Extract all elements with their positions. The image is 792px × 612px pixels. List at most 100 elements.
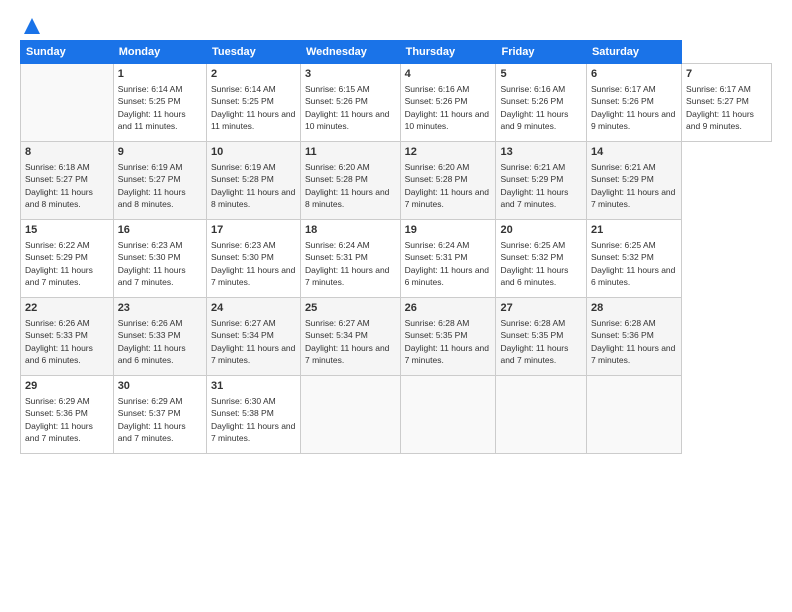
day-detail: Sunrise: 6:23 AMSunset: 5:30 PMDaylight:… xyxy=(118,240,186,287)
header xyxy=(20,16,772,32)
week-row-0: 1 Sunrise: 6:14 AMSunset: 5:25 PMDaylight… xyxy=(21,64,772,142)
day-number: 3 xyxy=(305,67,396,82)
day-detail: Sunrise: 6:26 AMSunset: 5:33 PMDaylight:… xyxy=(25,318,93,365)
day-number: 2 xyxy=(211,67,296,82)
day-cell-9: 9 Sunrise: 6:19 AMSunset: 5:27 PMDaylight… xyxy=(113,142,206,220)
day-number: 18 xyxy=(305,223,396,238)
empty-cell xyxy=(400,376,496,454)
day-number: 16 xyxy=(118,223,202,238)
day-detail: Sunrise: 6:27 AMSunset: 5:34 PMDaylight:… xyxy=(305,318,389,365)
calendar-table: SundayMondayTuesdayWednesdayThursdayFrid… xyxy=(20,40,772,454)
empty-cell xyxy=(21,64,114,142)
day-detail: Sunrise: 6:17 AMSunset: 5:26 PMDaylight:… xyxy=(591,84,675,131)
day-number: 9 xyxy=(118,145,202,160)
calendar-header-row: SundayMondayTuesdayWednesdayThursdayFrid… xyxy=(21,41,772,64)
day-detail: Sunrise: 6:20 AMSunset: 5:28 PMDaylight:… xyxy=(305,162,389,209)
day-detail: Sunrise: 6:16 AMSunset: 5:26 PMDaylight:… xyxy=(500,84,568,131)
day-detail: Sunrise: 6:26 AMSunset: 5:33 PMDaylight:… xyxy=(118,318,186,365)
day-cell-24: 24 Sunrise: 6:27 AMSunset: 5:34 PMDayligh… xyxy=(206,298,300,376)
week-row-4: 29 Sunrise: 6:29 AMSunset: 5:36 PMDayligh… xyxy=(21,376,772,454)
day-cell-15: 15Sunrise: 6:22 AMSunset: 5:29 PMDayligh… xyxy=(21,220,114,298)
day-cell-22: 22Sunrise: 6:26 AMSunset: 5:33 PMDayligh… xyxy=(21,298,114,376)
page: SundayMondayTuesdayWednesdayThursdayFrid… xyxy=(0,0,792,612)
day-number: 6 xyxy=(591,67,677,82)
day-cell-27: 27Sunrise: 6:28 AMSunset: 5:35 PMDayligh… xyxy=(496,298,587,376)
day-header-saturday: Saturday xyxy=(586,41,681,64)
logo xyxy=(20,16,42,32)
day-number: 8 xyxy=(25,145,109,160)
day-detail: Sunrise: 6:17 AMSunset: 5:27 PMDaylight:… xyxy=(686,84,754,131)
day-cell-10: 10Sunrise: 6:19 AMSunset: 5:28 PMDayligh… xyxy=(206,142,300,220)
day-header-friday: Friday xyxy=(496,41,587,64)
day-number: 30 xyxy=(118,379,202,394)
day-detail: Sunrise: 6:21 AMSunset: 5:29 PMDaylight:… xyxy=(591,162,675,209)
week-row-3: 22Sunrise: 6:26 AMSunset: 5:33 PMDayligh… xyxy=(21,298,772,376)
day-cell-31: 31 Sunrise: 6:30 AMSunset: 5:38 PMDayligh… xyxy=(206,376,300,454)
day-number: 25 xyxy=(305,301,396,316)
day-detail: Sunrise: 6:24 AMSunset: 5:31 PMDaylight:… xyxy=(405,240,489,287)
logo-icon xyxy=(22,16,42,36)
empty-cell xyxy=(300,376,400,454)
day-cell-18: 18 Sunrise: 6:24 AMSunset: 5:31 PMDayligh… xyxy=(300,220,400,298)
day-detail: Sunrise: 6:29 AMSunset: 5:36 PMDaylight:… xyxy=(25,396,93,443)
day-number: 13 xyxy=(500,145,582,160)
day-cell-17: 17Sunrise: 6:23 AMSunset: 5:30 PMDayligh… xyxy=(206,220,300,298)
day-cell-7: 7 Sunrise: 6:17 AMSunset: 5:27 PMDaylight… xyxy=(682,64,772,142)
day-detail: Sunrise: 6:29 AMSunset: 5:37 PMDaylight:… xyxy=(118,396,186,443)
day-number: 23 xyxy=(118,301,202,316)
empty-cell xyxy=(586,376,681,454)
day-detail: Sunrise: 6:21 AMSunset: 5:29 PMDaylight:… xyxy=(500,162,568,209)
day-cell-23: 23 Sunrise: 6:26 AMSunset: 5:33 PMDayligh… xyxy=(113,298,206,376)
day-header-monday: Monday xyxy=(113,41,206,64)
day-cell-2: 2 Sunrise: 6:14 AMSunset: 5:25 PMDaylight… xyxy=(206,64,300,142)
day-cell-5: 5Sunrise: 6:16 AMSunset: 5:26 PMDaylight… xyxy=(496,64,587,142)
day-number: 31 xyxy=(211,379,296,394)
day-detail: Sunrise: 6:24 AMSunset: 5:31 PMDaylight:… xyxy=(305,240,389,287)
day-detail: Sunrise: 6:19 AMSunset: 5:27 PMDaylight:… xyxy=(118,162,186,209)
day-cell-14: 14 Sunrise: 6:21 AMSunset: 5:29 PMDayligh… xyxy=(586,142,681,220)
empty-cell xyxy=(496,376,587,454)
day-cell-4: 4 Sunrise: 6:16 AMSunset: 5:26 PMDaylight… xyxy=(400,64,496,142)
day-cell-13: 13 Sunrise: 6:21 AMSunset: 5:29 PMDayligh… xyxy=(496,142,587,220)
day-number: 15 xyxy=(25,223,109,238)
day-number: 28 xyxy=(591,301,677,316)
day-number: 24 xyxy=(211,301,296,316)
day-number: 14 xyxy=(591,145,677,160)
day-detail: Sunrise: 6:19 AMSunset: 5:28 PMDaylight:… xyxy=(211,162,295,209)
day-detail: Sunrise: 6:15 AMSunset: 5:26 PMDaylight:… xyxy=(305,84,389,131)
day-header-wednesday: Wednesday xyxy=(300,41,400,64)
day-cell-3: 3 Sunrise: 6:15 AMSunset: 5:26 PMDaylight… xyxy=(300,64,400,142)
day-header-thursday: Thursday xyxy=(400,41,496,64)
day-number: 4 xyxy=(405,67,492,82)
week-row-1: 8Sunrise: 6:18 AMSunset: 5:27 PMDaylight… xyxy=(21,142,772,220)
day-detail: Sunrise: 6:14 AMSunset: 5:25 PMDaylight:… xyxy=(211,84,295,131)
day-cell-1: 1 Sunrise: 6:14 AMSunset: 5:25 PMDaylight… xyxy=(113,64,206,142)
day-detail: Sunrise: 6:14 AMSunset: 5:25 PMDaylight:… xyxy=(118,84,186,131)
day-detail: Sunrise: 6:27 AMSunset: 5:34 PMDaylight:… xyxy=(211,318,295,365)
day-cell-11: 11 Sunrise: 6:20 AMSunset: 5:28 PMDayligh… xyxy=(300,142,400,220)
day-number: 26 xyxy=(405,301,492,316)
day-number: 1 xyxy=(118,67,202,82)
day-cell-25: 25 Sunrise: 6:27 AMSunset: 5:34 PMDayligh… xyxy=(300,298,400,376)
day-detail: Sunrise: 6:25 AMSunset: 5:32 PMDaylight:… xyxy=(500,240,568,287)
day-cell-29: 29 Sunrise: 6:29 AMSunset: 5:36 PMDayligh… xyxy=(21,376,114,454)
day-detail: Sunrise: 6:30 AMSunset: 5:38 PMDaylight:… xyxy=(211,396,295,443)
week-row-2: 15Sunrise: 6:22 AMSunset: 5:29 PMDayligh… xyxy=(21,220,772,298)
day-cell-20: 20 Sunrise: 6:25 AMSunset: 5:32 PMDayligh… xyxy=(496,220,587,298)
day-detail: Sunrise: 6:16 AMSunset: 5:26 PMDaylight:… xyxy=(405,84,489,131)
day-cell-26: 26Sunrise: 6:28 AMSunset: 5:35 PMDayligh… xyxy=(400,298,496,376)
day-cell-30: 30 Sunrise: 6:29 AMSunset: 5:37 PMDayligh… xyxy=(113,376,206,454)
day-number: 11 xyxy=(305,145,396,160)
day-detail: Sunrise: 6:28 AMSunset: 5:36 PMDaylight:… xyxy=(591,318,675,365)
day-number: 7 xyxy=(686,67,767,82)
day-number: 19 xyxy=(405,223,492,238)
day-number: 29 xyxy=(25,379,109,394)
day-number: 20 xyxy=(500,223,582,238)
day-detail: Sunrise: 6:20 AMSunset: 5:28 PMDaylight:… xyxy=(405,162,489,209)
day-header-sunday: Sunday xyxy=(21,41,114,64)
day-cell-6: 6 Sunrise: 6:17 AMSunset: 5:26 PMDaylight… xyxy=(586,64,681,142)
day-number: 21 xyxy=(591,223,677,238)
day-cell-21: 21Sunrise: 6:25 AMSunset: 5:32 PMDayligh… xyxy=(586,220,681,298)
day-detail: Sunrise: 6:28 AMSunset: 5:35 PMDaylight:… xyxy=(500,318,568,365)
day-number: 12 xyxy=(405,145,492,160)
